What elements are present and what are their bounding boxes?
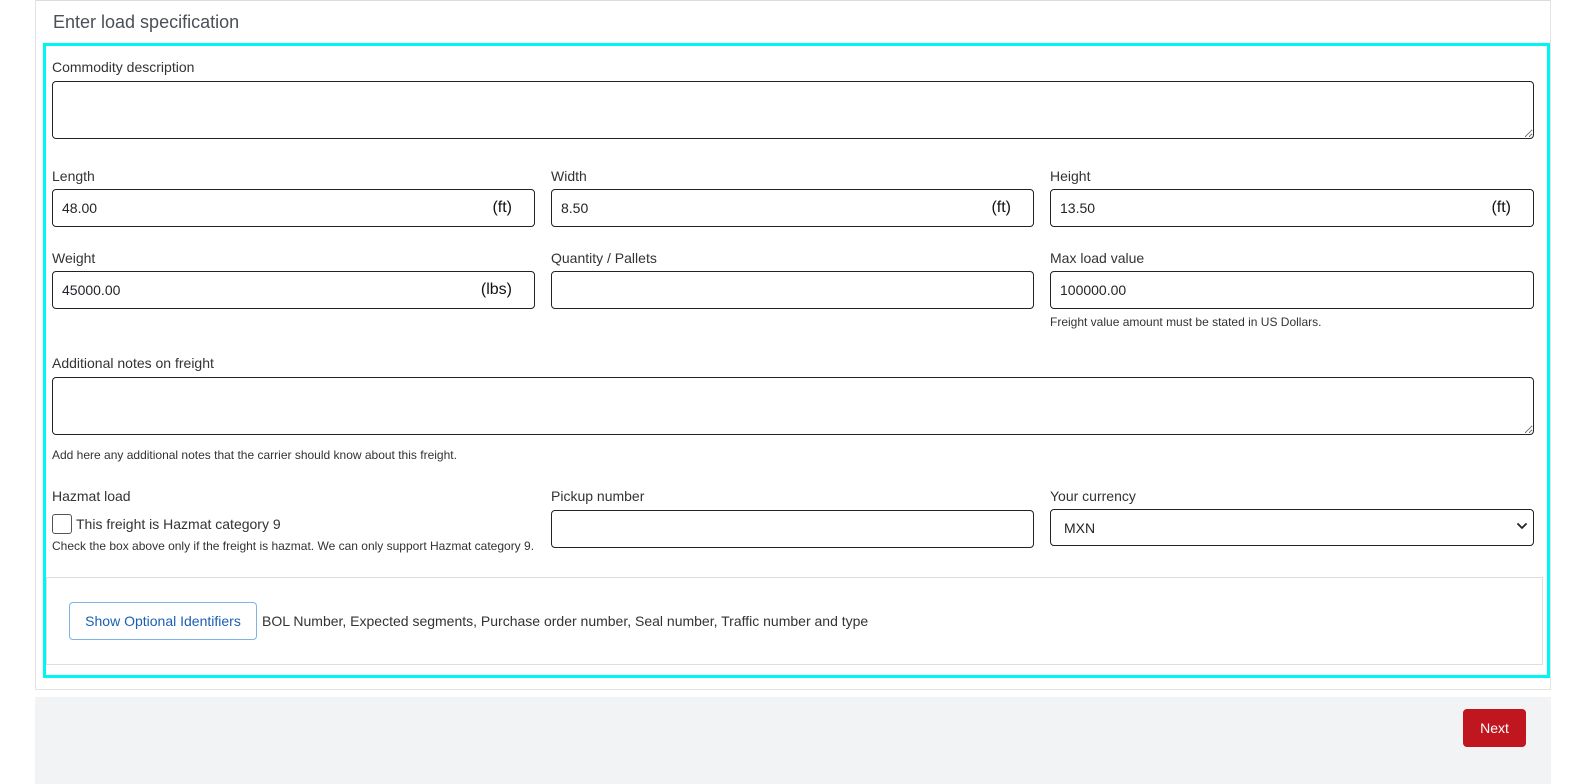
- width-input[interactable]: [552, 190, 1033, 226]
- height-unit: (ft): [1491, 199, 1511, 216]
- weight-unit: (lbs): [480, 281, 512, 298]
- quantity-field[interactable]: [551, 271, 1034, 309]
- chevron-down-icon: [1517, 523, 1527, 529]
- currency-select[interactable]: MXN: [1050, 509, 1534, 546]
- height-label: Height: [1050, 168, 1091, 184]
- notes-label: Additional notes on freight: [52, 355, 214, 371]
- max-load-value-help: Freight value amount must be stated in U…: [1050, 315, 1322, 329]
- show-optional-identifiers-button[interactable]: Show Optional Identifiers: [69, 602, 257, 640]
- height-field[interactable]: (ft): [1050, 189, 1534, 227]
- commodity-label: Commodity description: [52, 59, 195, 75]
- section-title: Enter load specification: [53, 12, 240, 32]
- hazmat-checkbox-label[interactable]: This freight is Hazmat category 9: [76, 516, 281, 532]
- width-label: Width: [551, 168, 587, 184]
- length-unit: (ft): [492, 199, 512, 216]
- quantity-input[interactable]: [552, 272, 1033, 308]
- hazmat-help: Check the box above only if the freight …: [52, 539, 535, 553]
- next-button[interactable]: Next: [1463, 709, 1526, 747]
- notes-help: Add here any additional notes that the c…: [52, 448, 457, 462]
- height-input[interactable]: [1051, 190, 1533, 226]
- commodity-description-textarea[interactable]: [52, 81, 1534, 139]
- optional-identifiers-description: BOL Number, Expected segments, Purchase …: [262, 613, 869, 629]
- currency-label: Your currency: [1050, 488, 1136, 504]
- currency-selected-value: MXN: [1064, 520, 1096, 536]
- length-label: Length: [52, 168, 95, 184]
- pickup-number-input[interactable]: [552, 511, 1033, 547]
- quantity-label: Quantity / Pallets: [551, 250, 657, 266]
- weight-field[interactable]: (lbs): [52, 271, 535, 309]
- max-load-value-input[interactable]: [1051, 272, 1533, 308]
- width-unit: (ft): [991, 199, 1011, 216]
- hazmat-label: Hazmat load: [52, 488, 131, 504]
- additional-notes-textarea[interactable]: [52, 377, 1534, 435]
- pickup-number-label: Pickup number: [551, 488, 645, 504]
- length-field[interactable]: (ft): [52, 189, 535, 227]
- length-input[interactable]: [53, 190, 534, 226]
- weight-input[interactable]: [53, 272, 534, 308]
- pickup-number-field[interactable]: [551, 510, 1034, 548]
- width-field[interactable]: (ft): [551, 189, 1034, 227]
- weight-label: Weight: [52, 250, 96, 266]
- card-divider: [36, 0, 1550, 1]
- form-footer: [35, 697, 1551, 784]
- hazmat-checkbox[interactable]: [52, 514, 72, 534]
- max-load-value-label: Max load value: [1050, 250, 1145, 266]
- max-load-value-field[interactable]: [1050, 271, 1534, 309]
